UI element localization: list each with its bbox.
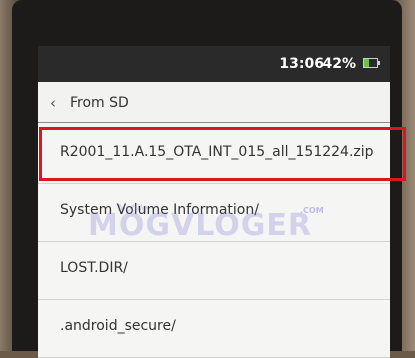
folder-item-android-secure[interactable]: .android_secure/ bbox=[38, 300, 390, 358]
back-arrow-icon[interactable]: ‹ bbox=[50, 94, 56, 112]
folder-item-lost-dir[interactable]: LOST.DIR/ bbox=[38, 242, 390, 300]
watermark-com: .COM bbox=[300, 206, 324, 215]
battery-percent: 42% bbox=[322, 56, 356, 72]
header-title[interactable]: From SD bbox=[70, 95, 129, 111]
battery-icon bbox=[363, 58, 380, 68]
battery-level-fill bbox=[364, 59, 370, 67]
status-bar: 13:06 42% bbox=[38, 46, 390, 82]
watermark-logo: MOGVLOGER bbox=[88, 208, 312, 243]
clock: 13:06 bbox=[279, 56, 324, 72]
folder-name: .android_secure/ bbox=[60, 318, 176, 334]
folder-name: LOST.DIR/ bbox=[60, 260, 128, 276]
file-picker-header: ‹ From SD bbox=[38, 82, 390, 123]
battery-tip bbox=[378, 61, 380, 65]
red-highlight-box bbox=[39, 127, 406, 181]
